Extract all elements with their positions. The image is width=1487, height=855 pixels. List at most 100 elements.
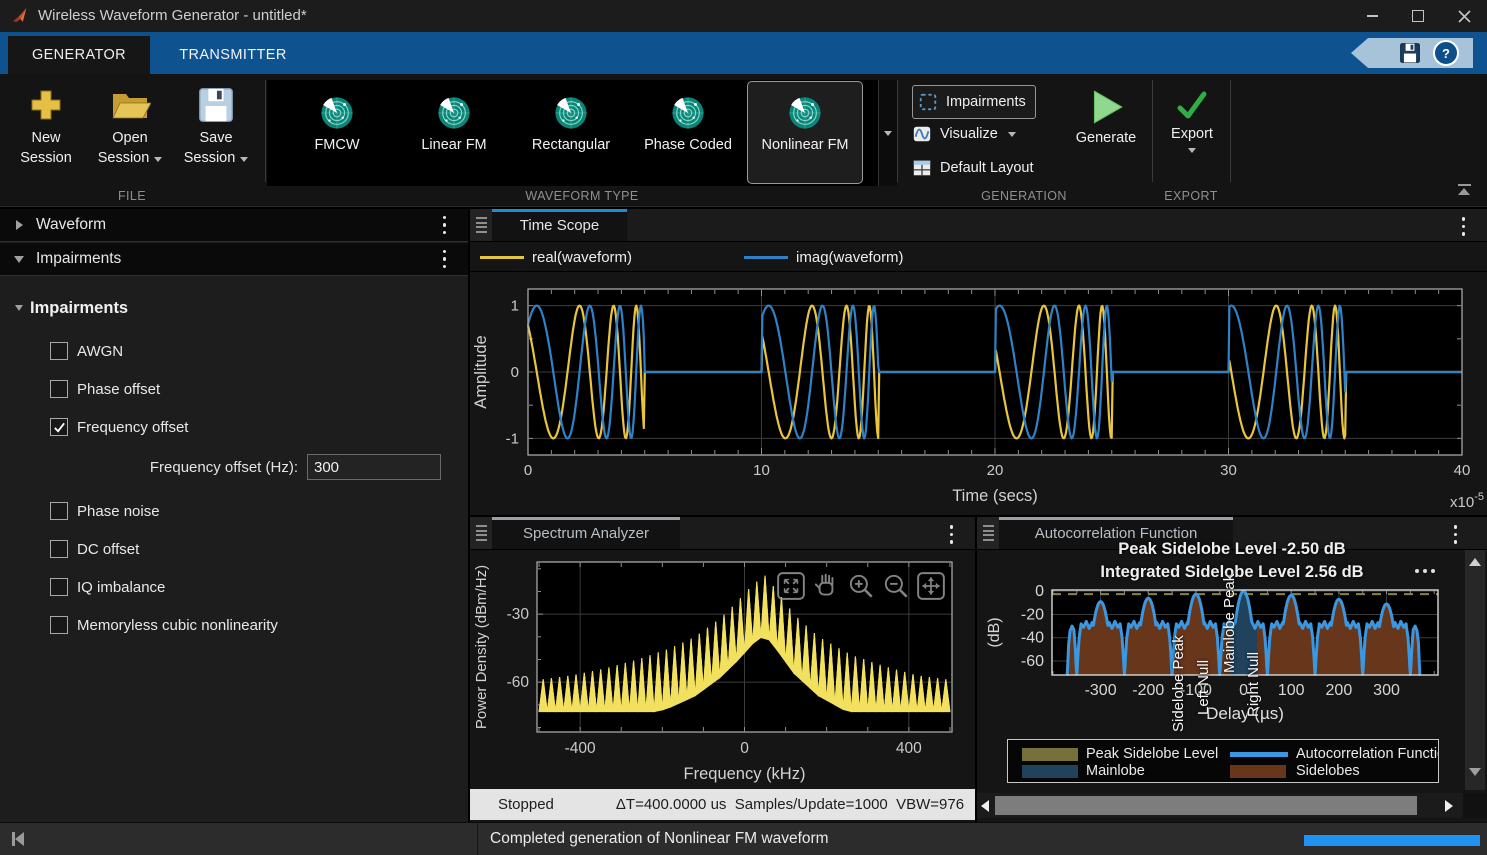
- folder-icon: [109, 82, 151, 128]
- maximize-button[interactable]: [1395, 0, 1441, 32]
- kebab-menu-icon[interactable]: [950, 525, 954, 544]
- scroll-down-icon[interactable]: [1469, 768, 1481, 776]
- chevron-down-icon: [14, 256, 24, 263]
- gallery-item-label: Rectangular: [516, 136, 626, 155]
- skip-to-start-icon[interactable]: [12, 832, 26, 846]
- tick-label: 400: [896, 740, 922, 757]
- separator: [897, 80, 898, 182]
- minimize-button[interactable]: [1349, 0, 1395, 32]
- collapse-toolstrip-button[interactable]: [1455, 184, 1473, 198]
- gallery-dropdown-button[interactable]: [878, 80, 897, 186]
- tick-label: -60: [507, 674, 530, 691]
- tick-label: -1: [506, 430, 519, 447]
- tick-label: -300: [1085, 682, 1117, 699]
- vertical-scrollbar[interactable]: [1465, 550, 1485, 790]
- help-button[interactable]: ?: [1433, 40, 1459, 66]
- tick-label: -100: [1180, 682, 1212, 699]
- time-scope-chart: 01020304010-1Time (secs)Amplitudex10-5: [470, 272, 1487, 515]
- gallery-item-linear-fm[interactable]: Linear FM: [397, 82, 511, 182]
- phase-noise-checkbox[interactable]: [50, 502, 68, 520]
- awgn-checkbox[interactable]: [50, 342, 68, 360]
- zoom-in-icon[interactable]: [846, 571, 876, 601]
- generate-button[interactable]: Generate: [1064, 86, 1148, 146]
- autocorrelation-tab-label: Autocorrelation Function: [1035, 525, 1198, 542]
- scroll-right-icon[interactable]: [1445, 800, 1453, 812]
- tick-label: 0: [740, 740, 749, 757]
- tick-label: -20: [1021, 606, 1044, 623]
- pan-hand-icon[interactable]: [811, 571, 841, 601]
- tick-label: Power Density (dBm/Hz): [473, 565, 490, 729]
- new-session-button[interactable]: New Session: [6, 82, 86, 182]
- horizontal-scrollbar[interactable]: [977, 793, 1463, 818]
- legend-label-mainlobe: Mainlobe: [1086, 763, 1145, 779]
- time-scope-panel: Time Scope real(waveform) imag(waveform)…: [470, 209, 1487, 515]
- scroll-left-icon[interactable]: [981, 800, 989, 812]
- section-label-export: EXPORT: [1164, 189, 1218, 203]
- time-scope-tab-label: Time Scope: [520, 217, 599, 234]
- tick-label: 200: [1326, 682, 1353, 699]
- frequency-offset-checkbox[interactable]: [50, 418, 68, 436]
- time-scope-tab-row: Time Scope: [470, 209, 1487, 242]
- progress-bar: [1304, 835, 1480, 846]
- kebab-menu-icon[interactable]: [443, 250, 447, 269]
- open-session-button[interactable]: Open Session: [90, 82, 170, 182]
- fit-to-view-icon[interactable]: [776, 571, 806, 601]
- hamburger-icon[interactable]: [470, 517, 493, 549]
- impairments-section-title: Impairments: [36, 250, 121, 268]
- section-label-waveform-type: WAVEFORM TYPE: [525, 189, 638, 203]
- tick-label: 0: [511, 364, 519, 381]
- radar-icon: [437, 96, 471, 130]
- gallery-item-rectangular[interactable]: Rectangular: [514, 82, 628, 182]
- legend-item-imag: imag(waveform): [744, 249, 904, 266]
- export-button[interactable]: Export: [1150, 88, 1234, 153]
- kebab-menu-icon[interactable]: [1462, 217, 1466, 236]
- tick-label: 40: [1454, 462, 1471, 479]
- export-label: Export: [1171, 126, 1213, 142]
- tab-time-scope[interactable]: Time Scope: [492, 209, 627, 241]
- frequency-offset-input[interactable]: [307, 454, 441, 480]
- zoom-out-icon[interactable]: [881, 571, 911, 601]
- floppy-icon: [197, 82, 235, 128]
- generate-label: Generate: [1076, 130, 1136, 146]
- close-button[interactable]: [1441, 0, 1487, 32]
- awgn-label: AWGN: [77, 343, 123, 360]
- chevron-down-icon: [1188, 148, 1196, 153]
- tick-label: -200: [1132, 682, 1164, 699]
- tab-spectrum-analyzer[interactable]: Spectrum Analyzer: [492, 517, 680, 549]
- dc-offset-checkbox[interactable]: [50, 540, 68, 558]
- save-session-label2: Session: [184, 148, 249, 168]
- tick-label: -40: [1021, 630, 1044, 647]
- visualize-button[interactable]: Visualize: [912, 120, 1016, 148]
- gallery-item-nonlinear-fm[interactable]: Nonlinear FM: [747, 81, 863, 184]
- waveform-section-header[interactable]: Waveform: [0, 209, 468, 242]
- scrollbar-thumb[interactable]: [995, 796, 1417, 815]
- expand-axes-icon[interactable]: [916, 571, 946, 601]
- impairments-toggle[interactable]: Impairments: [912, 85, 1036, 119]
- hamburger-icon[interactable]: [470, 209, 493, 241]
- more-options-icon[interactable]: [1415, 569, 1435, 573]
- status-message: Completed generation of Nonlinear FM wav…: [490, 830, 829, 848]
- spectrum-run-state: Stopped: [498, 796, 554, 813]
- open-session-label2: Session: [98, 148, 163, 168]
- default-layout-button[interactable]: Default Layout: [912, 154, 1034, 182]
- tick-label: 100: [1278, 682, 1305, 699]
- iq-imbalance-checkbox[interactable]: [50, 578, 68, 596]
- tab-generator[interactable]: GENERATOR: [8, 36, 150, 74]
- tab-transmitter[interactable]: TRANSMITTER: [164, 36, 302, 74]
- save-session-button[interactable]: Save Session: [176, 82, 256, 182]
- section-label-file: FILE: [118, 189, 146, 203]
- tick-label: 10: [753, 462, 770, 479]
- impairments-section-header[interactable]: Impairments: [0, 243, 468, 276]
- memoryless-cubic-checkbox[interactable]: [50, 616, 68, 634]
- checkbox-row-phase-noise: Phase noise: [50, 502, 160, 520]
- separator: [1230, 80, 1231, 182]
- gallery-item-fmcw[interactable]: FMCW: [280, 82, 394, 182]
- checkbox-row-frequency-offset: Frequency offset: [50, 418, 188, 436]
- kebab-menu-icon[interactable]: [443, 216, 447, 235]
- default-layout-label: Default Layout: [940, 160, 1034, 176]
- quick-save-icon[interactable]: [1399, 42, 1421, 64]
- gallery-item-phase-coded[interactable]: Phase Coded: [631, 82, 745, 182]
- legend-swatch-psl: [1022, 748, 1078, 761]
- open-session-label1: Open: [112, 128, 147, 148]
- phase-offset-checkbox[interactable]: [50, 380, 68, 398]
